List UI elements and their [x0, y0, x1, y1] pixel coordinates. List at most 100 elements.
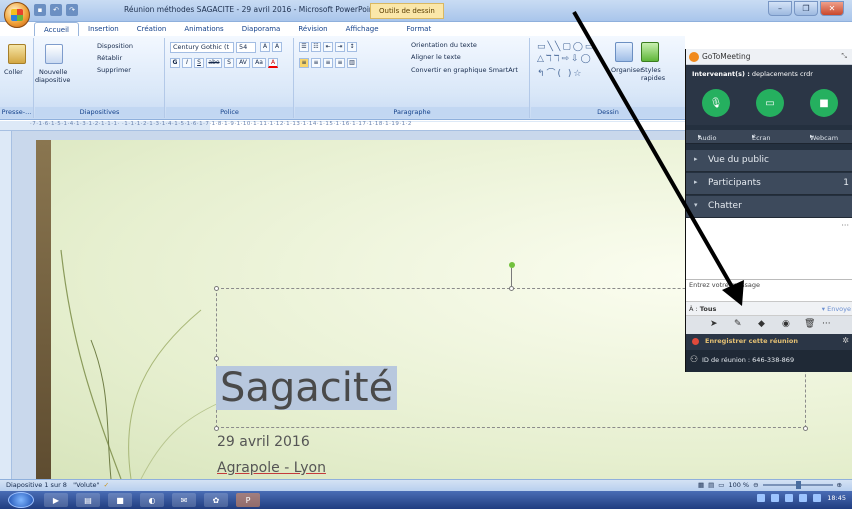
tray-icon-1[interactable]	[757, 494, 766, 502]
powerpoint-taskbar-icon[interactable]: P	[236, 493, 260, 507]
char-spacing-button[interactable]: AV	[236, 58, 250, 68]
redo-icon[interactable]: ↷	[66, 4, 78, 16]
strikethrough-button[interactable]: abe	[206, 58, 222, 68]
styles-label[interactable]: Styles	[641, 66, 661, 74]
slideshow-icon[interactable]: ▭	[718, 481, 724, 489]
minimize-icon[interactable]: –	[768, 1, 792, 16]
arrange-label[interactable]: Organiser	[611, 66, 643, 74]
trash-icon[interactable]: 🗑	[804, 319, 815, 329]
webcam-icon[interactable]: ■	[810, 89, 838, 117]
delete-button[interactable]: Supprimer	[97, 66, 131, 74]
section-participants[interactable]: ▸ Participants 1	[686, 173, 852, 195]
grow-font-icon[interactable]: A	[260, 42, 270, 52]
tray-icon-2[interactable]	[771, 494, 780, 502]
decrease-indent-icon[interactable]: ⇤	[323, 42, 333, 52]
layout-button[interactable]: Disposition	[97, 42, 133, 50]
undo-icon[interactable]: ↶	[50, 4, 62, 16]
align-right-icon[interactable]: ≡	[323, 58, 333, 68]
change-case-button[interactable]: Aa	[252, 58, 266, 68]
webcam-dropdown[interactable]: Webcam ▸	[810, 132, 838, 142]
tab-creation[interactable]: Création	[128, 22, 176, 36]
quick-styles-icon[interactable]	[641, 42, 659, 62]
selection-handle-tl[interactable]	[214, 286, 219, 291]
gtm-header[interactable]: GoToMeeting ⤡	[686, 49, 852, 65]
spotlight-icon[interactable]: ◉	[782, 319, 790, 329]
numbering-icon[interactable]: ☷	[311, 42, 321, 52]
more-options-icon[interactable]: ···	[841, 221, 849, 230]
screen-share-icon[interactable]: ▭	[756, 89, 784, 117]
selection-handle-bl[interactable]	[214, 426, 219, 431]
zoom-in-icon[interactable]: ⊕	[837, 481, 842, 489]
start-button[interactable]	[8, 492, 34, 508]
align-left-icon[interactable]: ≡	[299, 58, 309, 68]
slide-sorter-icon[interactable]: ▤	[708, 481, 714, 489]
selection-handle-ml[interactable]	[214, 356, 219, 361]
network-icon[interactable]	[785, 494, 794, 502]
tab-affichage[interactable]: Affichage	[337, 22, 388, 36]
chat-input[interactable]: Entrez votre message	[686, 280, 852, 302]
zoom-slider-thumb[interactable]	[795, 481, 801, 489]
shapes-gallery-icon[interactable]: ▭╲╲▢◯▭	[537, 42, 595, 52]
pointer-icon[interactable]: ➤	[710, 319, 718, 329]
styles-label-2[interactable]: rapides	[641, 74, 665, 82]
highlighter-icon[interactable]: ◆	[758, 319, 765, 329]
gotomeeting-taskbar-icon[interactable]: ✿	[204, 493, 228, 507]
tab-insertion[interactable]: Insertion	[79, 22, 128, 36]
record-row[interactable]: Enregistrer cette réunion ✲	[686, 334, 852, 350]
reset-button[interactable]: Rétablir	[97, 54, 122, 62]
line-spacing-icon[interactable]: ↕	[347, 42, 357, 52]
tray-icon-5[interactable]	[813, 494, 822, 502]
align-center-icon[interactable]: ≡	[311, 58, 321, 68]
pen-icon[interactable]: ✎	[734, 319, 742, 329]
explorer-icon[interactable]: ▤	[76, 493, 100, 507]
tab-revision[interactable]: Révision	[289, 22, 336, 36]
new-slide-label-1[interactable]: Nouvelle	[39, 68, 67, 76]
microphone-icon[interactable]: 🎙	[702, 89, 730, 117]
media-player-icon[interactable]: ▶	[44, 493, 68, 507]
zoom-level[interactable]: 100 %	[728, 481, 749, 489]
firefox-icon[interactable]: ◐	[140, 493, 164, 507]
save-icon[interactable]: ▪	[34, 4, 46, 16]
outlook-icon[interactable]: ✉	[172, 493, 196, 507]
maximize-icon[interactable]: ❐	[794, 1, 818, 16]
clock[interactable]: 18:45	[827, 494, 846, 502]
tab-animations[interactable]: Animations	[175, 22, 232, 36]
chat-history[interactable]: ···	[686, 218, 852, 280]
tab-format[interactable]: Format	[398, 22, 441, 36]
section-chat[interactable]: ▾ Chatter	[686, 196, 852, 218]
paste-icon[interactable]	[8, 44, 26, 64]
send-button[interactable]: ▾ Envoye	[822, 305, 851, 313]
volume-icon[interactable]	[799, 494, 808, 502]
shrink-font-icon[interactable]: A	[272, 42, 282, 52]
shadow-button[interactable]: S	[224, 58, 234, 68]
tab-diaporama[interactable]: Diaporama	[233, 22, 290, 36]
context-tab-drawing-tools[interactable]: Outils de dessin	[370, 3, 444, 19]
vertical-ruler[interactable]	[0, 131, 12, 479]
underline-button[interactable]: S	[194, 58, 204, 68]
new-slide-label-2[interactable]: diapositive	[35, 76, 70, 84]
gtm-app-name[interactable]: GoToMeeting	[702, 52, 751, 61]
bullets-icon[interactable]: ☰	[299, 42, 309, 52]
normal-view-icon[interactable]: ▦	[698, 481, 704, 489]
arrange-icon[interactable]	[615, 42, 633, 62]
smartart-button[interactable]: Convertir en graphique SmartArt	[411, 66, 518, 74]
zoom-slider[interactable]	[762, 481, 833, 489]
justify-icon[interactable]: ≡	[335, 58, 345, 68]
horizontal-ruler[interactable]: ·7·1·6·1·5·1·4·1·3·1·2·1·1·1· ·1·1·1·2·1…	[0, 121, 685, 131]
paste-label[interactable]: Coller	[4, 68, 23, 76]
increase-indent-icon[interactable]: ⇥	[335, 42, 345, 52]
rotation-handle[interactable]	[509, 262, 515, 268]
text-direction-button[interactable]: Orientation du texte	[411, 41, 477, 49]
font-size-combo[interactable]: 54	[236, 42, 256, 53]
app-icon[interactable]: ■	[108, 493, 132, 507]
selection-handle-tm[interactable]	[509, 286, 514, 291]
slide-place[interactable]: Agrapole - Lyon	[217, 460, 326, 476]
more-tools-icon[interactable]: ···	[822, 319, 831, 329]
tab-accueil[interactable]: Accueil	[34, 22, 79, 36]
selection-handle-br[interactable]	[803, 426, 808, 431]
spelling-check-icon[interactable]: ✓	[104, 481, 109, 489]
italic-button[interactable]: I	[182, 58, 192, 68]
font-name-combo[interactable]: Century Gothic (t	[170, 42, 234, 53]
close-icon[interactable]: ✕	[820, 1, 844, 16]
recipient-select[interactable]: À : Tous	[689, 305, 716, 313]
